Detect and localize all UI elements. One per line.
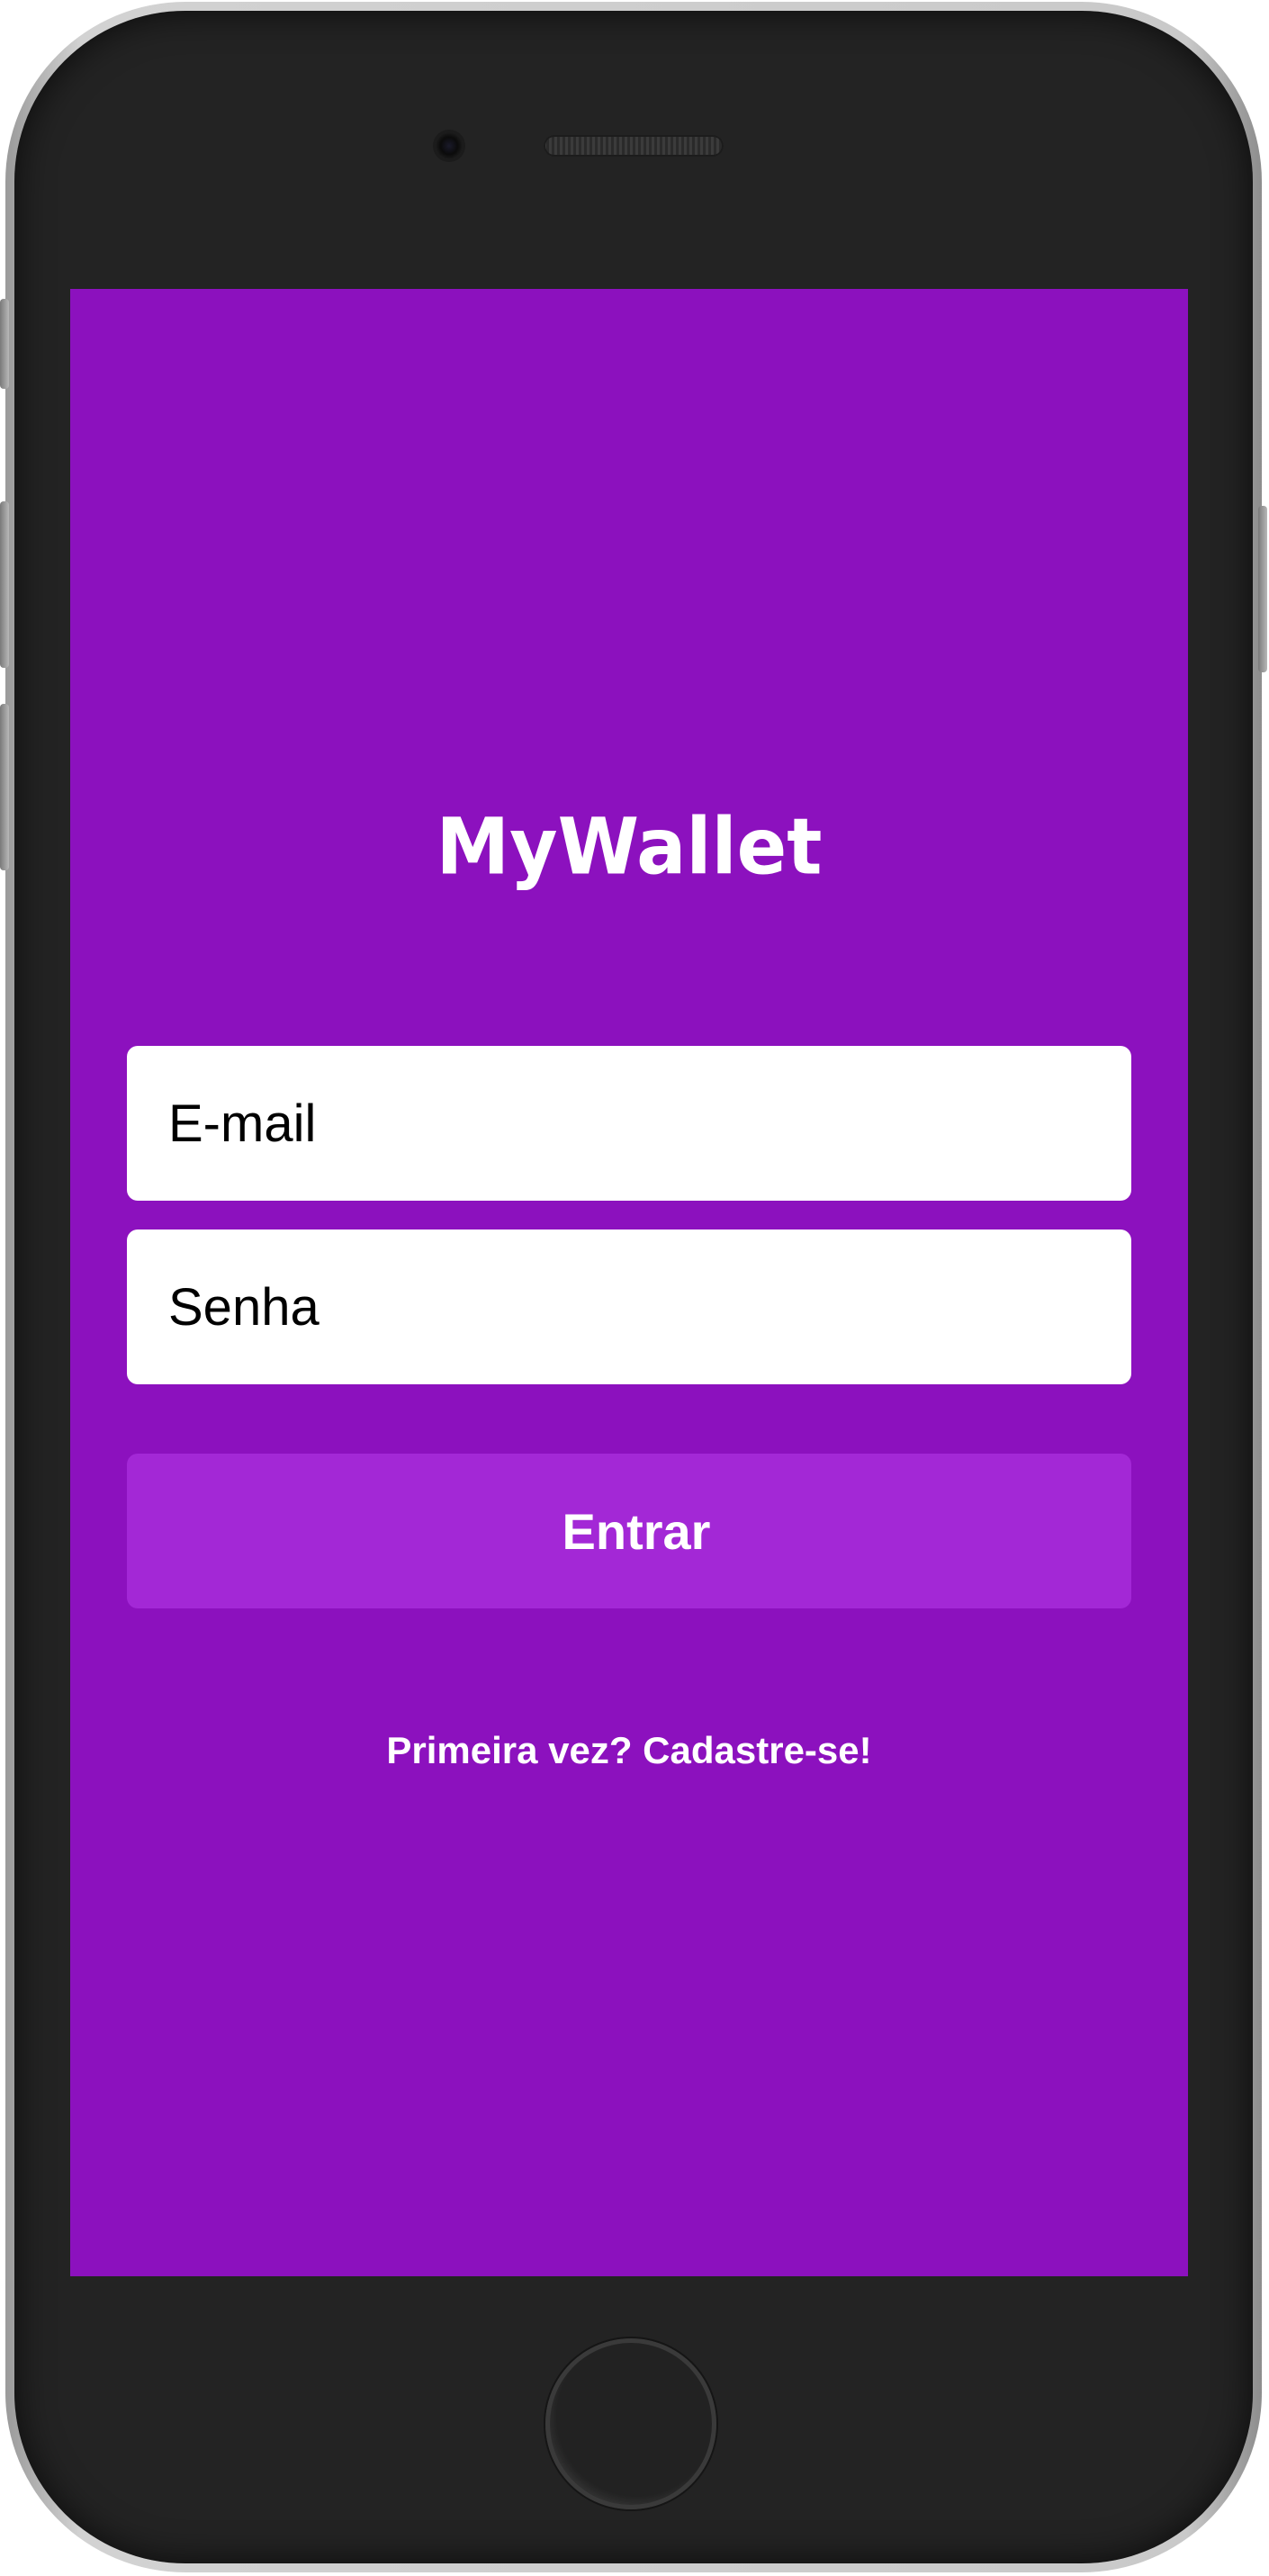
mute-switch — [0, 299, 9, 389]
password-field[interactable] — [127, 1229, 1131, 1384]
power-button — [1258, 506, 1267, 672]
login-button[interactable]: Entrar — [127, 1454, 1131, 1608]
signup-link[interactable]: Primeira vez? Cadastre-se! — [70, 1729, 1188, 1772]
home-button[interactable] — [545, 2338, 716, 2509]
app-screen: MyWallet Entrar Primeira vez? Cadastre-s… — [70, 289, 1188, 2276]
email-input[interactable] — [166, 1092, 1131, 1155]
volume-down-button — [0, 704, 9, 870]
email-field[interactable] — [127, 1046, 1131, 1201]
app-logo: MyWallet — [436, 802, 823, 893]
camera-icon — [436, 132, 463, 159]
password-input[interactable] — [166, 1275, 1131, 1338]
volume-up-button — [0, 501, 9, 668]
speaker-icon — [544, 135, 724, 157]
